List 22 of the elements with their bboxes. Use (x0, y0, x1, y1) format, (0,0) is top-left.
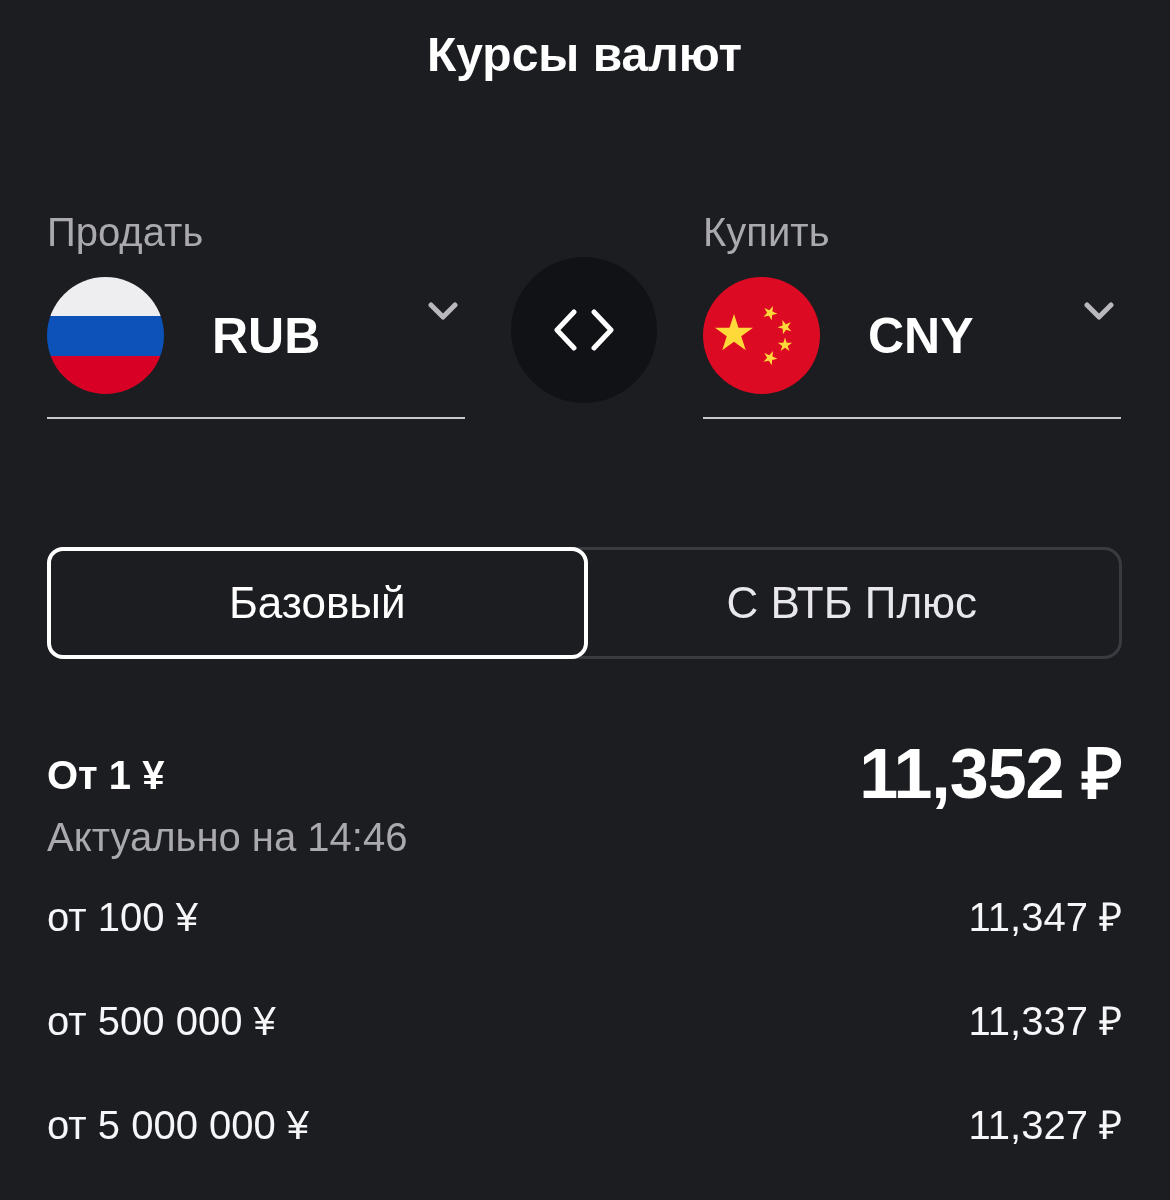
tier-label: от 500 000 ¥ (47, 998, 276, 1045)
currency-label: Купить (703, 209, 830, 256)
china-flag-icon (703, 277, 820, 394)
rate-label: От 1 ¥ (47, 752, 165, 799)
currency-select[interactable]: CNY (703, 277, 1121, 419)
tier-rate: 11,337 ₽ (968, 998, 1122, 1045)
currency-code: CNY (868, 306, 975, 366)
rate-value: 11,352 ₽ (859, 734, 1122, 814)
tab[interactable]: Базовый (47, 547, 588, 659)
tier-rate: 11,347 ₽ (968, 894, 1122, 941)
russia-flag-icon (47, 277, 164, 394)
tier-rate: 11,327 ₽ (968, 1102, 1122, 1149)
left-right-chevrons-icon (554, 309, 614, 351)
currency-code: RUB (212, 306, 322, 366)
currency-label: Продать (47, 209, 204, 256)
page-title: Курсы валют (425, 27, 744, 83)
currency-select[interactable]: RUB (47, 277, 465, 419)
update-time-text: Актуально на 14:46 (47, 814, 408, 861)
chevron-down-icon (428, 301, 458, 321)
tier-label: от 100 ¥ (47, 894, 198, 941)
chevron-down-icon (1084, 301, 1114, 321)
tier-label: от 5 000 000 ¥ (47, 1102, 310, 1149)
